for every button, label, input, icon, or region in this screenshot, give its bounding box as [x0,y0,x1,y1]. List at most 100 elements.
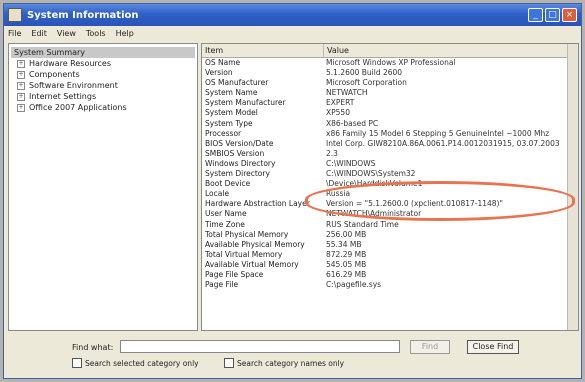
table-row[interactable]: BIOS Version/Date Intel Corp. GIW8210A.86… [202,139,578,149]
expand-icon[interactable]: + [17,70,25,79]
menu-bar: File Edit View Tools Help [4,26,581,40]
row-value: Intel Corp. GIW8210A.86A.0061.P14.001203… [326,138,560,148]
column-header-item[interactable]: Item [202,44,324,57]
table-row[interactable]: Locale Russia [202,189,578,199]
row-value: \Device\HarddiskVolume1 [326,179,423,189]
row-item: Page File [205,280,239,290]
row-value: C:\WINDOWS [326,158,376,168]
expand-icon[interactable]: + [17,81,25,90]
app-icon [8,8,22,22]
row-value: C:\WINDOWS\System32 [326,169,416,179]
row-item: Time Zone [205,219,245,229]
checkbox-label: Search category names only [237,358,345,368]
category-tree: System Summary + Hardware Resources + Co… [8,43,198,331]
row-value: NETWATCH\Administrator [326,209,422,219]
table-row[interactable]: OS Name Microsoft Windows XP Professional [202,58,578,68]
row-value: XP550 [326,108,350,118]
row-value: 256.00 MB [326,229,367,239]
checkbox-search-selected[interactable]: Search selected category only [72,358,199,368]
expand-icon[interactable]: + [17,59,25,68]
expand-icon[interactable]: + [17,103,25,112]
checkbox-search-names[interactable]: Search category names only [224,358,344,368]
close-find-button[interactable]: Close Find [467,340,519,354]
row-value: NETWATCH [326,88,368,98]
row-value: Russia [326,189,351,199]
table-row[interactable]: Available Physical Memory 55.34 MB [202,240,578,250]
menu-tools[interactable]: Tools [86,29,106,38]
tree-item-system-summary[interactable]: System Summary [11,47,195,58]
row-item: OS Manufacturer [205,78,269,88]
row-item: System Type [205,118,253,128]
table-row[interactable]: User Name NETWATCH\Administrator [202,209,578,219]
find-what-label: Find what: [72,343,114,352]
menu-help[interactable]: Help [116,29,134,38]
table-row[interactable]: System Manufacturer EXPERT [202,98,578,108]
maximize-icon[interactable]: □ [545,8,560,22]
row-item: Windows Directory [205,158,276,168]
table-row[interactable]: Total Physical Memory 256.00 MB [202,230,578,240]
menu-edit[interactable]: Edit [31,29,47,38]
row-value: C:\pagefile.sys [326,280,382,290]
menu-view[interactable]: View [57,29,76,38]
row-item: System Directory [205,169,270,179]
row-item: System Manufacturer [205,98,286,108]
menu-file[interactable]: File [8,29,21,38]
row-value: Microsoft Windows XP Professional [326,58,456,67]
row-value: EXPERT [326,98,355,108]
tree-item-internet-settings[interactable]: + Internet Settings [11,91,195,102]
checkbox-icon[interactable] [224,358,234,368]
tree-item-label: Hardware Resources [29,59,112,68]
find-button[interactable]: Find [410,340,450,354]
table-row[interactable]: System Directory C:\WINDOWS\System32 [202,169,578,179]
row-value: 872.29 MB [326,249,367,259]
tree-item-hardware-resources[interactable]: + Hardware Resources [11,58,195,69]
vertical-scrollbar[interactable] [567,44,578,330]
table-row[interactable]: Processor x86 Family 15 Model 6 Stepping … [202,129,578,139]
tree-item-label: Components [29,70,80,79]
tree-item-software-environment[interactable]: + Software Environment [11,80,195,91]
row-item: Locale [205,189,230,199]
row-item: System Model [205,108,258,118]
tree-item-components[interactable]: + Components [11,69,195,80]
row-item: Page File Space [205,269,264,279]
tree-item-label: Software Environment [29,81,118,90]
row-value: 616.29 MB [326,269,367,279]
table-row[interactable]: Available Virtual Memory 545.05 MB [202,260,578,270]
table-row[interactable]: Hardware Abstraction Layer Version = "5.1… [202,199,578,209]
table-row[interactable]: Boot Device \Device\HarddiskVolume1 [202,179,578,189]
checkbox-label: Search selected category only [85,358,199,368]
table-row[interactable]: Time Zone RUS Standard Time [202,220,578,230]
row-item: Available Physical Memory [205,239,305,249]
table-row[interactable]: System Type X86-based PC [202,119,578,129]
table-row[interactable]: Windows Directory C:\WINDOWS [202,159,578,169]
tree-item-office-applications[interactable]: + Office 2007 Applications [11,102,195,113]
table-row[interactable]: Page File C:\pagefile.sys [202,280,578,290]
row-value: 55.34 MB [326,239,362,249]
checkbox-icon[interactable] [72,358,82,368]
table-row[interactable]: System Model XP550 [202,108,578,118]
find-what-input[interactable] [120,340,400,353]
close-icon[interactable]: × [562,8,577,22]
row-value: 2.3 [326,148,338,158]
table-row[interactable]: Total Virtual Memory 872.29 MB [202,250,578,260]
list-rows: OS Name Microsoft Windows XP Professional… [202,58,578,290]
row-item: Hardware Abstraction Layer [205,199,310,209]
table-row[interactable]: SMBIOS Version 2.3 [202,149,578,159]
row-value: Version = "5.1.2600.0 (xpclient.010817-1… [326,199,503,209]
table-row[interactable]: System Name NETWATCH [202,88,578,98]
row-item: Boot Device [205,179,251,189]
title-bar[interactable]: System Information _ □ × [4,4,581,26]
table-row[interactable]: Page File Space 616.29 MB [202,270,578,280]
window-title: System Information [27,9,139,21]
table-row[interactable]: OS Manufacturer Microsoft Corporation [202,78,578,88]
row-value: X86-based PC [326,118,379,128]
row-item: Total Virtual Memory [205,249,283,259]
minimize-icon[interactable]: _ [528,8,543,22]
table-row[interactable]: Version 5.1.2600 Build 2600 [202,68,578,78]
main-content: System Summary + Hardware Resources + Co… [8,43,579,331]
row-item: Processor [205,128,242,138]
expand-icon[interactable]: + [17,92,25,101]
column-header-value[interactable]: Value [324,44,578,57]
row-value: Microsoft Corporation [326,78,407,88]
row-item: SMBIOS Version [205,148,265,158]
